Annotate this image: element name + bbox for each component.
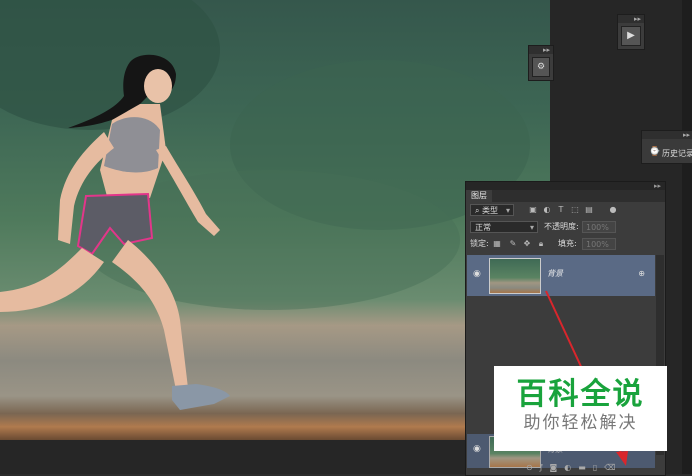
watermark-title: 百科全说 [516,377,645,412]
watermark: 百科全说 助你轻松解决 [494,366,667,451]
watermark-subtitle: 助你轻松解决 [523,413,638,433]
